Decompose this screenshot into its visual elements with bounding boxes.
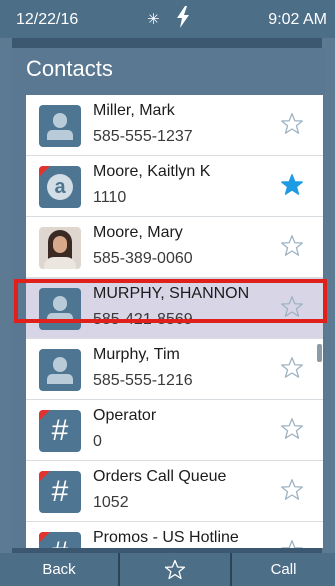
call-button[interactable]: Call (230, 553, 335, 586)
contact-row[interactable]: # Promos - US Hotline (26, 522, 323, 548)
person-body (47, 130, 73, 140)
status-date: 12/22/16 (16, 11, 79, 28)
star-outline-icon (163, 558, 187, 582)
star-outline-icon[interactable] (279, 538, 305, 548)
contact-row[interactable]: # Orders Call Queue 1052 (26, 461, 323, 522)
contact-name: Moore, Kaitlyn K (93, 163, 211, 180)
contact-name: Murphy, Tim (93, 346, 180, 363)
contact-number: 1052 (93, 494, 129, 511)
contact-number: 0 (93, 433, 102, 450)
contact-avatar (39, 288, 81, 330)
contact-number: 585-555-1216 (93, 372, 193, 389)
contact-name: Operator (93, 407, 157, 424)
hash-icon: # (51, 414, 69, 447)
dialog-title: Contacts (26, 56, 113, 81)
person-head (53, 357, 67, 372)
bottom-toolbar: Back Call (0, 553, 335, 586)
contact-avatar (39, 349, 81, 391)
contact-avatar: # (39, 410, 81, 452)
bluetooth-icon: ✳ (147, 11, 160, 28)
photo-shirt (44, 257, 76, 269)
contact-row[interactable]: a Moore, Kaitlyn K 1110 (26, 156, 323, 217)
status-bar: 12/22/16 ✳ 9:02 AM (0, 0, 335, 38)
list-scrollbar[interactable] (317, 344, 322, 362)
person-body (47, 313, 73, 323)
contact-row[interactable]: Miller, Mark 585-555-1237 (26, 95, 323, 156)
star-outline-icon[interactable] (279, 355, 305, 381)
star-outline-icon[interactable] (279, 233, 305, 259)
contacts-list[interactable]: Miller, Mark 585-555-1237 a Moore, Kaitlyn … (26, 95, 323, 548)
contact-number: 1110 (93, 189, 127, 206)
contact-number: 585-555-1237 (93, 128, 193, 145)
contact-row[interactable]: Murphy, Tim 585-555-1216 (26, 339, 323, 400)
photo-face (53, 236, 67, 253)
person-head (53, 113, 67, 128)
back-button[interactable]: Back (0, 553, 118, 586)
star-outline-icon[interactable] (279, 294, 305, 320)
contact-name: Miller, Mark (93, 102, 175, 119)
contact-name: MURPHY, SHANNON (93, 285, 250, 302)
hash-icon: # (39, 532, 81, 548)
person-body (47, 374, 73, 384)
contact-avatar (39, 105, 81, 147)
favorite-button[interactable] (118, 553, 230, 586)
star-outline-icon[interactable] (279, 416, 305, 442)
contact-name: Promos - US Hotline (93, 529, 239, 546)
contact-avatar: # (39, 471, 81, 513)
lightning-bolt-icon (176, 6, 190, 33)
contact-photo (39, 227, 81, 269)
hash-icon: # (51, 475, 69, 508)
star-filled-icon[interactable] (279, 172, 305, 198)
contact-row[interactable]: # Operator 0 (26, 400, 323, 461)
contact-row[interactable]: MURPHY, SHANNON 585-421-8569 (26, 278, 323, 339)
app-a-icon: a (47, 174, 73, 200)
contacts-dialog: Contacts Miller, Mark 585-555-1237 a Moore,… (12, 48, 325, 548)
person-head (53, 296, 67, 311)
contact-number: 585-421-8569 (93, 311, 193, 328)
contact-name: Orders Call Queue (93, 468, 227, 485)
status-time: 9:02 AM (268, 11, 327, 28)
star-outline-icon[interactable] (279, 111, 305, 137)
contact-number: 585-389-0060 (93, 250, 193, 267)
contact-avatar: a (39, 166, 81, 208)
contact-avatar: # (39, 532, 81, 548)
star-outline-icon[interactable] (279, 477, 305, 503)
contact-row[interactable]: Moore, Mary 585-389-0060 (26, 217, 323, 278)
background-left (0, 38, 12, 553)
contact-name: Moore, Mary (93, 224, 183, 241)
